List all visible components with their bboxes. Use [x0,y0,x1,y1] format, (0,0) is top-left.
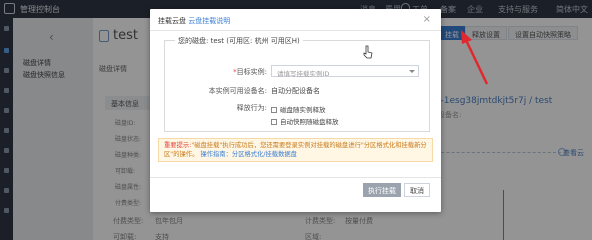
notice-title: 重要提示: [164,142,192,149]
mouse-cursor-icon [363,45,373,59]
dialog-title-text: 挂载云盘 [158,17,186,25]
select-placeholder: 请填写挂载实例ID [277,70,330,78]
target-instance-label: *目标实例: [205,67,267,77]
disk-info-legend: 您的磁盘: test (可用区: 杭州 可用区H) [175,36,303,46]
divider [150,30,441,31]
cancel-button[interactable]: 取消 [404,183,430,197]
target-instance-label-text: 目标实例: [236,68,267,76]
release-with-instance-option[interactable]: 磁盘随实例释放 [271,104,326,114]
chevron-down-icon [409,70,415,73]
target-instance-select[interactable]: 请填写挂载实例ID [271,65,419,78]
checkbox-label: 自动快照随磁盘释放 [280,118,339,126]
release-behavior-label: 释放行为: [236,104,267,112]
attach-disk-dialog: 挂载云盘 云盘挂载说明 × 您的磁盘: test (可用区: 杭州 可用区H) … [150,9,441,212]
device-name-label: 本实例可用设备名: [208,87,267,95]
checkbox-label: 磁盘随实例释放 [280,106,326,114]
device-name-value: 自动分配设备名 [271,87,320,95]
partition-guide-link[interactable]: 操作指南：分区格式化/挂载数据盘 [200,151,297,158]
execute-attach-button[interactable]: 执行挂载 [363,183,401,197]
release-with-instance-checkbox[interactable] [271,107,277,113]
release-snapshot-checkbox[interactable] [271,119,277,125]
close-icon[interactable]: × [423,14,431,25]
important-notice: 重要提示:"磁盘挂载"执行成功后，您还需要登录实例对挂载的磁盘进行"分区格式化和… [158,138,433,162]
divider [150,177,441,178]
annotation-arrow-icon [461,30,489,85]
dialog-title: 挂载云盘 云盘挂载说明 [158,16,230,26]
attach-help-link[interactable]: 云盘挂载说明 [188,17,230,25]
release-snapshot-option[interactable]: 自动快照随磁盘释放 [271,116,339,126]
disk-info-fieldset: 您的磁盘: test (可用区: 杭州 可用区H) *目标实例: 请填写挂载实例… [164,36,430,132]
